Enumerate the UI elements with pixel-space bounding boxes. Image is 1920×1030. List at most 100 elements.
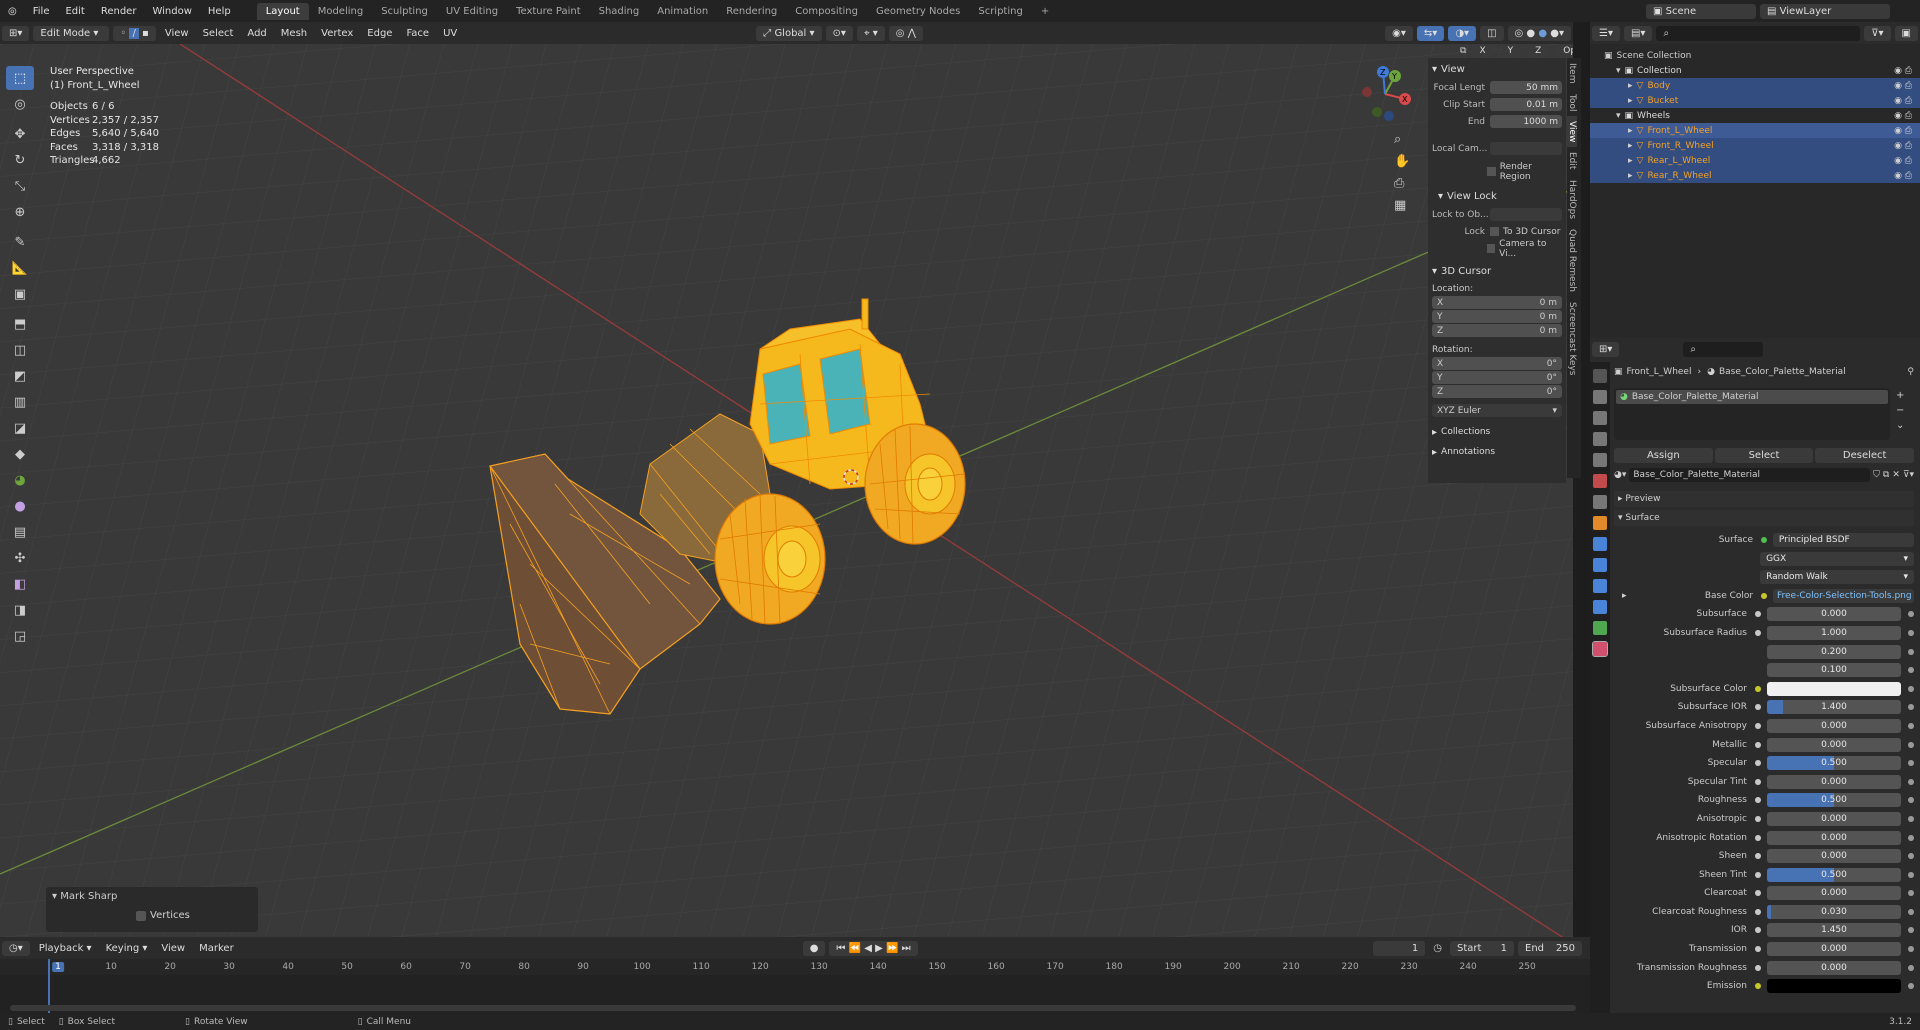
- axis-z-toggle[interactable]: Z: [1528, 44, 1549, 58]
- rip-tool-icon[interactable]: ◨: [6, 598, 34, 622]
- tab-screencast-keys[interactable]: Screencast Keys: [1567, 297, 1577, 381]
- frame-ruler[interactable]: 1 10 20 30 40 50 60 70 80 90 100 110 120 130 140 150 160…: [0, 959, 1590, 975]
- menu-render[interactable]: Render: [93, 6, 145, 17]
- slot-menu-chevron-icon[interactable]: ⌄: [1896, 418, 1904, 433]
- collection-props-icon[interactable]: [1593, 495, 1607, 509]
- scene-props-icon[interactable]: [1593, 453, 1607, 467]
- mark-sharp-header[interactable]: ▾ Mark Sharp: [46, 887, 258, 906]
- keyframe-dot-icon[interactable]: [1908, 890, 1915, 897]
- value-slider[interactable]: 0.500: [1766, 867, 1902, 882]
- value-slider[interactable]: 0.500: [1766, 756, 1902, 771]
- camera-to-view-row[interactable]: Camera to Vi...: [1432, 239, 1562, 259]
- subsurface-method-dropdown[interactable]: Random Walk ▾: [1760, 570, 1914, 585]
- value-slider[interactable]: 0.000: [1766, 849, 1902, 864]
- expand-chevron-icon[interactable]: ▸: [1628, 126, 1633, 136]
- tab-hardops[interactable]: HardOps: [1567, 175, 1577, 224]
- current-frame-field[interactable]: 1: [1373, 940, 1426, 956]
- axis-x-toggle[interactable]: X: [1472, 44, 1493, 58]
- pin-icon[interactable]: ⚲: [1907, 367, 1914, 377]
- keyframe-dot-icon[interactable]: [1908, 927, 1915, 934]
- add-slot-button[interactable]: +: [1896, 388, 1904, 403]
- constraints-props-icon[interactable]: [1593, 600, 1607, 614]
- fake-user-icon[interactable]: ⛉: [1873, 470, 1880, 480]
- value-slider[interactable]: 1.000: [1766, 625, 1902, 640]
- rotation-z-field[interactable]: Z 0°: [1432, 385, 1562, 398]
- menu-file[interactable]: File: [25, 6, 58, 17]
- keyframe-dot-icon[interactable]: [1908, 871, 1915, 878]
- shading-modes[interactable]: ◎ ● ● ●▾: [1507, 25, 1571, 41]
- tab-modeling[interactable]: Modeling: [309, 3, 373, 20]
- snap-icon[interactable]: ⌖ ▾: [856, 25, 885, 41]
- keyframe-dot-icon[interactable]: [1908, 685, 1915, 692]
- keyframe-dot-icon[interactable]: [1908, 667, 1915, 674]
- rotation-mode-dropdown[interactable]: XYZ Euler ▾: [1432, 404, 1562, 417]
- smooth-tool-icon[interactable]: ●: [6, 494, 34, 518]
- menu-view[interactable]: View: [158, 28, 196, 39]
- vertices-option[interactable]: Vertices: [46, 906, 258, 921]
- camera-to-view-checkbox[interactable]: [1486, 244, 1496, 253]
- lock-cursor-checkbox[interactable]: [1490, 227, 1499, 236]
- editor-type-button[interactable]: ⊞▾: [2, 25, 30, 41]
- preview-section[interactable]: ▸ Preview: [1614, 491, 1914, 507]
- pivot-icon[interactable]: ⊙▾: [825, 25, 853, 41]
- end-frame-field[interactable]: End 250: [1518, 940, 1582, 956]
- rotation-x-field[interactable]: X 0°: [1432, 357, 1562, 370]
- value-slider[interactable]: 0.000: [1766, 811, 1902, 826]
- menu-mesh[interactable]: Mesh: [274, 28, 314, 39]
- outliner-row[interactable]: ▸ ▽ Rear_R_Wheel ◉ ⎙: [1590, 168, 1920, 183]
- value-slider[interactable]: 0.000: [1766, 737, 1902, 752]
- viewlayer-selector[interactable]: ▤ ViewLayer: [1760, 3, 1890, 19]
- 3d-cursor-header[interactable]: ▾ 3D Cursor: [1432, 262, 1562, 280]
- tab-item[interactable]: Item: [1567, 58, 1577, 89]
- timeline-scrollbar[interactable]: [10, 1005, 1576, 1011]
- tab-sculpting[interactable]: Sculpting: [372, 3, 437, 20]
- visibility-eye-icon[interactable]: ◉ ⎙: [1894, 96, 1912, 106]
- properties-search-input[interactable]: ⌕: [1683, 341, 1764, 357]
- tab-layout[interactable]: Layout: [256, 2, 309, 20]
- tool-props-icon[interactable]: [1593, 369, 1607, 383]
- select-box-tool-icon[interactable]: ⬚: [6, 66, 34, 90]
- data-props-icon[interactable]: [1593, 621, 1607, 635]
- menu-edge[interactable]: Edge: [360, 28, 399, 39]
- assign-button[interactable]: Assign: [1614, 448, 1713, 463]
- shrink-fatten-tool-icon[interactable]: ✣: [6, 546, 34, 570]
- value-slider[interactable]: [1766, 681, 1902, 696]
- inset-tool-icon[interactable]: ◫: [6, 338, 34, 362]
- outliner-row[interactable]: ▸ ▽ Body ◉ ⎙: [1590, 78, 1920, 93]
- unlink-icon[interactable]: ✕: [1892, 470, 1900, 480]
- extrude-tool-icon[interactable]: ⬒: [6, 312, 34, 336]
- visibility-eye-icon[interactable]: ◉ ⎙: [1894, 111, 1912, 121]
- rotation-y-field[interactable]: Y 0°: [1432, 371, 1562, 384]
- keyframe-dot-icon[interactable]: [1908, 741, 1915, 748]
- visibility-eye-icon[interactable]: ◉ ⎙: [1894, 81, 1912, 91]
- tab-rendering[interactable]: Rendering: [717, 3, 786, 20]
- menu-playback[interactable]: Playback ▾: [32, 943, 99, 954]
- view-lock-header[interactable]: ▾ View Lock: [1432, 187, 1562, 205]
- menu-edit[interactable]: Edit: [57, 6, 92, 17]
- menu-window[interactable]: Window: [144, 6, 199, 17]
- location-y-field[interactable]: Y0 m: [1432, 310, 1562, 323]
- pan-hand-icon[interactable]: ✋: [1394, 151, 1410, 173]
- filter-icon[interactable]: ⊽▾: [1864, 25, 1891, 41]
- 3d-viewport[interactable]: User Perspective (1) Front_L_Wheel Objec…: [0, 44, 1573, 937]
- timeline[interactable]: 1 10 20 30 40 50 60 70 80 90 100 110 120 130 140 150 160…: [0, 959, 1590, 1014]
- navigation-gizmo[interactable]: X Y Z: [1355, 64, 1415, 124]
- value-slider[interactable]: 1.450: [1766, 923, 1902, 938]
- start-frame-field[interactable]: Start 1: [1450, 940, 1514, 956]
- expand-chevron-icon[interactable]: ▸: [1628, 96, 1633, 106]
- tab-geometry-nodes[interactable]: Geometry Nodes: [867, 3, 969, 20]
- keyframe-dot-icon[interactable]: [1908, 815, 1915, 822]
- auto-key-icon[interactable]: ●: [802, 940, 826, 956]
- menu-vertex[interactable]: Vertex: [314, 28, 360, 39]
- rotate-tool-icon[interactable]: ↻: [6, 148, 34, 172]
- node-filter-icon[interactable]: ⊽▾: [1903, 470, 1914, 480]
- tab-texture-paint[interactable]: Texture Paint: [507, 3, 590, 20]
- clip-start-field[interactable]: 0.01 m: [1490, 98, 1562, 111]
- gizmo-toggle-icon[interactable]: ⇆▾: [1416, 25, 1445, 41]
- tab-view[interactable]: View: [1567, 115, 1577, 148]
- physics-props-icon[interactable]: [1593, 579, 1607, 593]
- tab-quad-remesh[interactable]: Quad Remesh: [1567, 224, 1577, 297]
- local-cam-field[interactable]: [1490, 142, 1562, 155]
- keyframe-dot-icon[interactable]: [1908, 946, 1915, 953]
- edit-tool-icon[interactable]: ◲: [6, 624, 34, 648]
